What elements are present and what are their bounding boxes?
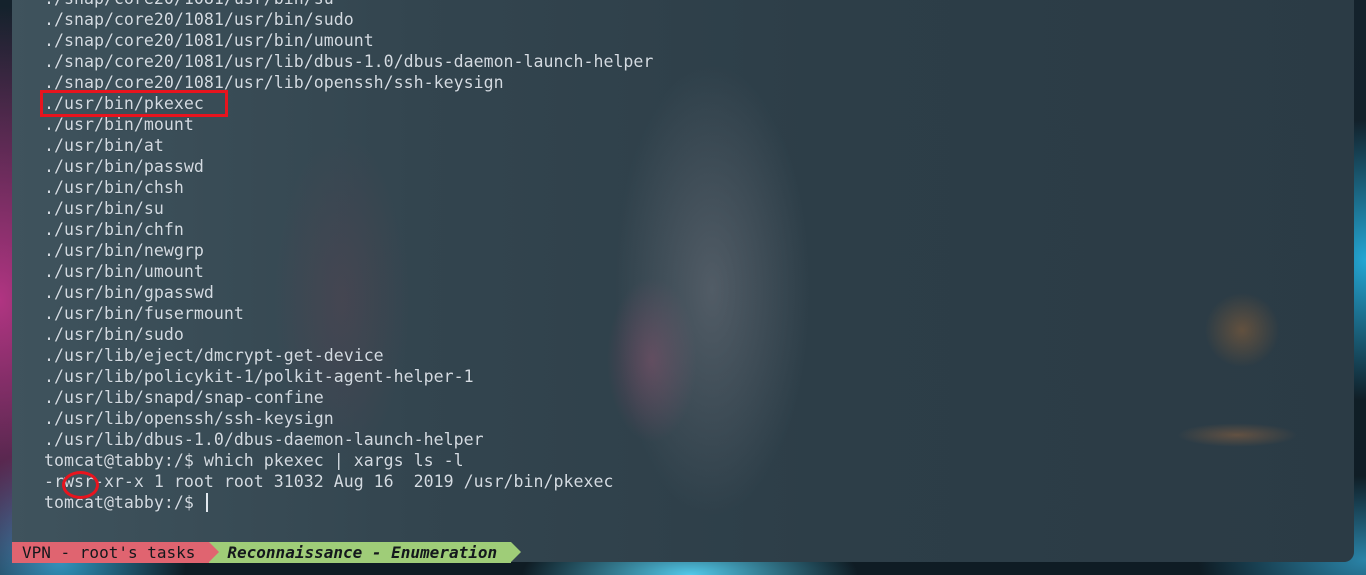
status-segment-task: Reconnaissance - Enumeration (209, 542, 521, 563)
highlight-box-pkexec (40, 90, 228, 117)
terminal-line: ./usr/lib/eject/dmcrypt-get-device (44, 346, 384, 365)
terminal-line: ./snap/core20/1081/usr/bin/sudo (44, 10, 354, 29)
terminal-line: ./usr/bin/chsh (44, 178, 184, 197)
terminal-line: ./snap/core20/1081/usr/bin/su (44, 0, 653, 9)
terminal-line: ./usr/bin/umount (44, 262, 204, 281)
terminal-window[interactable]: ./snap/core20/1081/usr/bin/su ./snap/cor… (12, 0, 1354, 562)
text-cursor (205, 493, 208, 512)
terminal-line: ./snap/core20/1081/usr/lib/dbus-1.0/dbus… (44, 52, 654, 71)
status-segment-vpn: VPN - root's tasks (12, 542, 220, 563)
terminal-line: ./usr/bin/gpasswd (44, 283, 214, 302)
terminal-line: ./usr/bin/mount (44, 115, 194, 134)
highlight-circle-suid-bit (62, 471, 99, 499)
terminal-line: ./usr/lib/dbus-1.0/dbus-daemon-launch-he… (44, 430, 484, 449)
terminal-line: ./usr/bin/passwd (44, 157, 204, 176)
terminal-line: ./usr/bin/su (44, 199, 164, 218)
terminal-output: ./snap/core20/1081/usr/bin/su ./snap/cor… (44, 0, 653, 513)
terminal-active-prompt[interactable]: tomcat@tabby:/$ (44, 492, 653, 513)
terminal-line: ./usr/bin/chfn (44, 220, 184, 239)
tmux-status-bar: VPN - root's tasks Reconnaissance - Enum… (12, 542, 521, 563)
terminal-line: ./usr/lib/snapd/snap-confine (44, 388, 324, 407)
terminal-line: ./snap/core20/1081/usr/bin/umount (44, 31, 374, 50)
terminal-command-line: tomcat@tabby:/$ which pkexec | xargs ls … (44, 451, 464, 470)
terminal-line: ./usr/bin/newgrp (44, 241, 204, 260)
terminal-line: ./usr/bin/at (44, 136, 164, 155)
terminal-ls-output-line: -rwsr-xr-x 1 root root 31032 Aug 16 2019… (44, 472, 614, 491)
terminal-line: ./usr/lib/policykit-1/polkit-agent-helpe… (44, 367, 474, 386)
terminal-line: ./usr/lib/openssh/ssh-keysign (44, 409, 334, 428)
terminal-line: ./usr/bin/sudo (44, 325, 184, 344)
terminal-line: ./usr/bin/fusermount (44, 304, 244, 323)
